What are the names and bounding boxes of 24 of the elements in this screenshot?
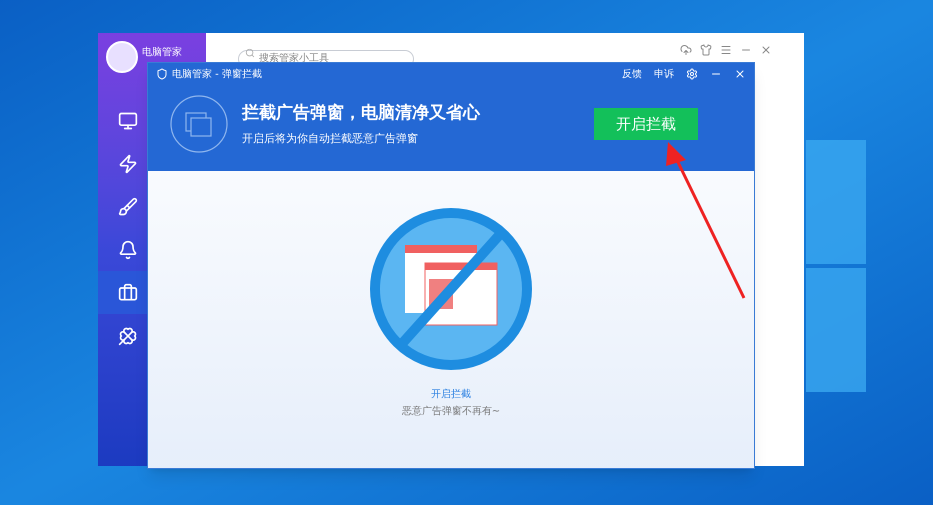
- search-icon: [245, 48, 255, 58]
- status-title: 开启拦截: [431, 388, 471, 402]
- banner-subtitle: 开启后将为你自动拦截恶意广告弹窗: [242, 130, 419, 146]
- header-link[interactable]: 反馈: [622, 66, 642, 82]
- shirt-icon[interactable]: [700, 44, 712, 56]
- app-title: 电脑管家: [142, 46, 182, 60]
- broom-icon: [118, 196, 138, 216]
- monitor-icon: [118, 110, 138, 130]
- toolbox-icon: [118, 282, 138, 302]
- banner-heading: 拦截广告弹窗，电脑清净又省心: [242, 102, 480, 125]
- header-link[interactable]: 申诉: [654, 66, 674, 82]
- cloud-icon[interactable]: [680, 44, 692, 56]
- lightning-icon: [118, 154, 138, 174]
- close-icon[interactable]: [734, 68, 746, 80]
- windows-icon: [170, 95, 228, 153]
- clover-icon: [118, 326, 138, 346]
- close-icon[interactable]: [760, 44, 772, 56]
- avatar-icon[interactable]: [106, 41, 138, 73]
- bell-icon: [118, 240, 138, 260]
- shield-icon: [156, 68, 168, 80]
- popup-title: 电脑管家 - 弹窗拦截: [172, 68, 262, 82]
- menu-icon[interactable]: [720, 44, 732, 56]
- settings-icon[interactable]: [686, 68, 698, 80]
- status-caption: 恶意广告弹窗不再有~: [402, 404, 500, 419]
